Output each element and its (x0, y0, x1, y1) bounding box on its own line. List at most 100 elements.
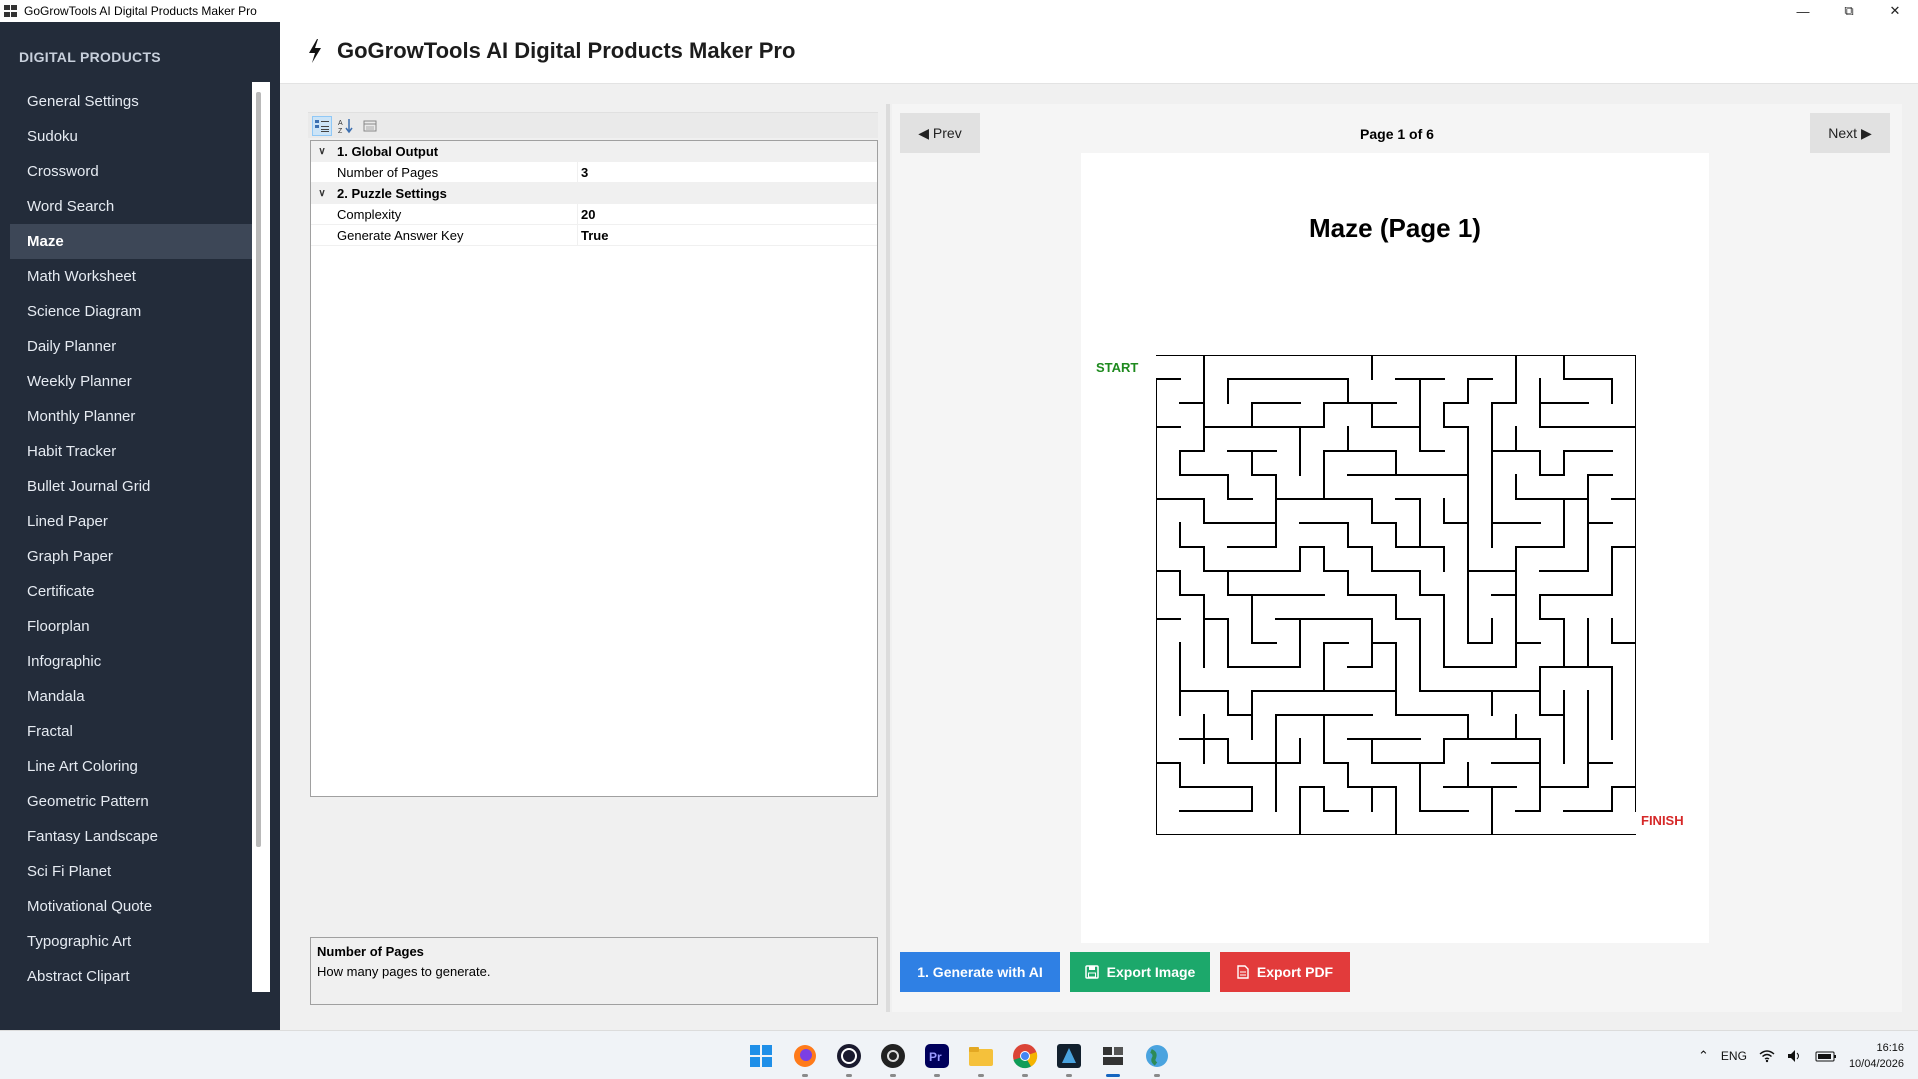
preview-page: Maze (Page 1) START FINISH (1081, 153, 1709, 943)
earth-icon[interactable] (1141, 1040, 1173, 1077)
firefox-icon[interactable] (789, 1040, 821, 1077)
property-value[interactable]: 20 (581, 207, 595, 222)
property-value[interactable]: 3 (581, 165, 588, 180)
property-name: Number of Pages (337, 164, 439, 180)
page-indicator: Page 1 of 6 (1360, 126, 1434, 142)
sidebar-item-science-diagram[interactable]: Science Diagram (10, 294, 252, 329)
sidebar-item-geometric-pattern[interactable]: Geometric Pattern (10, 784, 252, 819)
sidebar-scroll-thumb[interactable] (256, 92, 261, 847)
sidebar-item-sci-fi-planet[interactable]: Sci Fi Planet (10, 854, 252, 889)
chrome-icon[interactable] (1009, 1040, 1041, 1077)
sidebar-item-typographic-art[interactable]: Typographic Art (10, 924, 252, 959)
sidebar-item-fantasy-landscape[interactable]: Fantasy Landscape (10, 819, 252, 854)
file-explorer-icon[interactable] (965, 1040, 997, 1077)
alphabetical-view-button[interactable]: A Z (336, 116, 356, 136)
sidebar: DIGITAL PRODUCTS General Settings Sudoku C… (0, 22, 280, 1030)
property-grid: A Z ∨ 1. Global Output Number of Pages 3 ∨ 2.… (308, 112, 878, 1005)
chevron-up-icon[interactable]: ⌃ (1698, 1048, 1709, 1064)
sidebar-item-crossword[interactable]: Crossword (10, 154, 252, 189)
sidebar-item-monthly-planner[interactable]: Monthly Planner (10, 399, 252, 434)
svg-text:A: A (338, 120, 343, 127)
sidebar-item-floorplan[interactable]: Floorplan (10, 609, 252, 644)
categorized-view-button[interactable] (312, 115, 332, 136)
chevron-down-icon[interactable]: ∨ (311, 188, 333, 199)
generate-with-ai-button[interactable]: 1. Generate with AI (900, 952, 1060, 992)
inkscape-icon[interactable] (1053, 1040, 1085, 1077)
property-value[interactable]: True (581, 228, 608, 243)
property-category[interactable]: ∨ 1. Global Output (311, 141, 877, 162)
wifi-icon[interactable] (1759, 1049, 1775, 1063)
clock-date: 10/04/2026 (1848, 1057, 1904, 1070)
property-pages-button[interactable] (360, 116, 380, 136)
property-row[interactable]: Number of Pages 3 (311, 162, 877, 183)
maze-start-label: START (1096, 360, 1139, 375)
sidebar-item-sudoku[interactable]: Sudoku (10, 119, 252, 154)
clock[interactable]: 16:16 10/04/2026 (1849, 1040, 1904, 1072)
action-bar: 1. Generate with AI Export Image Export … (900, 952, 1350, 992)
maze-walls (1156, 355, 1636, 835)
header: GoGrowTools AI Digital Products Maker Pr… (280, 22, 1918, 84)
chevron-down-icon[interactable]: ∨ (311, 146, 333, 157)
sort-az-icon: A Z (338, 118, 353, 134)
sidebar-item-fractal[interactable]: Fractal (10, 714, 252, 749)
lightning-bolt-icon (309, 39, 321, 63)
export-pdf-label: Export PDF (1256, 964, 1334, 980)
app-window-icon[interactable] (1097, 1040, 1129, 1077)
page-title: GoGrowTools AI Digital Products Maker Pr… (337, 38, 796, 63)
next-page-button[interactable]: Next ▶ (1810, 113, 1890, 153)
sidebar-heading: DIGITAL PRODUCTS (19, 49, 161, 65)
sidebar-item-general-settings[interactable]: General Settings (10, 84, 252, 119)
description-text: How many pages to generate. (317, 964, 491, 979)
premiere-icon[interactable]: Pr (921, 1040, 953, 1077)
sidebar-item-motivational-quote[interactable]: Motivational Quote (10, 889, 252, 924)
sidebar-item-word-search[interactable]: Word Search (10, 189, 252, 224)
system-tray: ⌃ ENG 16:16 10/04/2026 (1698, 1031, 1904, 1079)
sidebar-item-weekly-planner[interactable]: Weekly Planner (10, 364, 252, 399)
property-name: Complexity (337, 206, 402, 222)
volume-icon[interactable] (1787, 1049, 1803, 1063)
sidebar-item-maze[interactable]: Maze (10, 224, 252, 259)
panel-splitter[interactable] (886, 104, 890, 1012)
language-indicator[interactable]: ENG (1721, 1049, 1747, 1063)
sidebar-item-math-worksheet[interactable]: Math Worksheet (10, 259, 252, 294)
column-separator (577, 204, 578, 225)
battery-icon[interactable] (1815, 1049, 1837, 1063)
save-icon (1084, 965, 1099, 979)
column-separator (577, 225, 578, 246)
obs-icon[interactable] (833, 1040, 865, 1077)
property-row[interactable]: Complexity 20 (311, 204, 877, 225)
property-row[interactable]: Generate Answer Key True (311, 225, 877, 246)
maze-finish-label: FINISH (1641, 813, 1684, 828)
sidebar-item-daily-planner[interactable]: Daily Planner (10, 329, 252, 364)
maze-image (1156, 355, 1636, 835)
preview-panel: ◀ Prev Page 1 of 6 Next ▶ Maze (Page 1) … (892, 104, 1902, 1012)
sidebar-item-bullet-journal-grid[interactable]: Bullet Journal Grid (10, 469, 252, 504)
close-button[interactable]: ✕ (1872, 0, 1918, 22)
property-description: Number of Pages How many pages to genera… (310, 937, 878, 1005)
generate-label: 1. Generate with AI (917, 964, 1043, 980)
sidebar-item-mandala[interactable]: Mandala (10, 679, 252, 714)
sidebar-item-graph-paper[interactable]: Graph Paper (10, 539, 252, 574)
sidebar-item-abstract-clipart[interactable]: Abstract Clipart (10, 959, 252, 994)
taskbar-apps: Pr (745, 1031, 1173, 1079)
sidebar-item-line-art-coloring[interactable]: Line Art Coloring (10, 749, 252, 784)
clock-time: 16:16 (1876, 1041, 1904, 1054)
maze-title: Maze (Page 1) (1309, 213, 1481, 243)
sidebar-item-certificate[interactable]: Certificate (10, 574, 252, 609)
svg-text:Z: Z (338, 128, 343, 134)
categorized-icon (315, 119, 329, 132)
export-image-button[interactable]: Export Image (1070, 952, 1210, 992)
minimize-button[interactable]: — (1780, 0, 1826, 22)
sidebar-item-infographic[interactable]: Infographic (10, 644, 252, 679)
sidebar-scrollbar[interactable] (252, 82, 270, 992)
restore-button[interactable]: ⧉ (1826, 0, 1872, 22)
property-pages-icon (363, 120, 377, 131)
windows-start-icon[interactable] (745, 1040, 777, 1072)
category-name: 1. Global Output (337, 143, 439, 159)
davinci-icon[interactable] (877, 1040, 909, 1077)
export-pdf-button[interactable]: Export PDF (1220, 952, 1350, 992)
description-title: Number of Pages (317, 944, 424, 959)
sidebar-item-lined-paper[interactable]: Lined Paper (10, 504, 252, 539)
sidebar-item-habit-tracker[interactable]: Habit Tracker (10, 434, 252, 469)
property-category[interactable]: ∨ 2. Puzzle Settings (311, 183, 877, 204)
